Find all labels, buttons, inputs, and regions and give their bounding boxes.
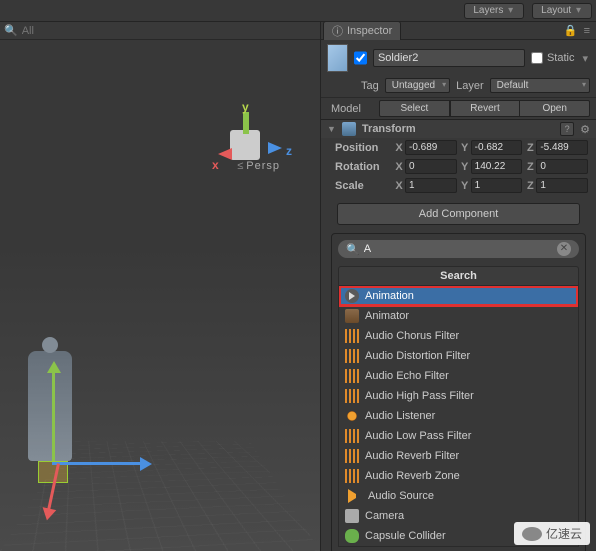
ic-camera-icon [345,509,359,523]
scale-z-field[interactable] [536,178,588,193]
component-item-label: Capsule Collider [365,530,446,542]
ic-audio-orange-icon [345,449,359,463]
static-toggle[interactable]: Static [531,52,575,64]
search-icon: 🔍 [4,24,18,37]
ic-capsule-icon [345,529,359,543]
component-search-input[interactable] [364,243,557,255]
ic-audio-orange-icon [345,349,359,363]
transform-header[interactable]: ▼ Transform ? ⚙ [321,120,596,138]
layer-dropdown[interactable]: Default [490,78,590,93]
model-revert-button[interactable]: Revert [450,100,521,117]
transform-icon [342,122,356,136]
ic-audio-orange-icon [345,369,359,383]
tab-menu-icon[interactable]: ≡ [584,25,590,37]
search-icon: 🔍 [346,243,360,256]
component-item-animation[interactable]: Animation [339,286,578,306]
ic-animator-icon [345,309,359,323]
selection-box [38,461,68,483]
component-item-label: Animator [365,310,409,322]
gear-icon[interactable]: ⚙ [580,123,590,136]
model-label: Model [327,103,379,115]
ic-audio-orange-icon [345,389,359,403]
lock-icon[interactable]: 🔒 [564,24,578,37]
layer-label: Layer [456,80,484,92]
component-item-audio-chorus-filter[interactable]: Audio Chorus Filter [339,326,578,346]
ic-audio-source-icon [348,489,362,503]
object-icon[interactable] [327,44,348,72]
position-label: Position [335,142,393,154]
transform-title: Transform [362,123,554,135]
component-item-label: Audio Listener [365,410,435,422]
projection-label[interactable]: Persp [237,160,280,172]
component-item-audio-echo-filter[interactable]: Audio Echo Filter [339,366,578,386]
axis-z-label: z [286,144,292,158]
layout-dropdown[interactable]: Layout ▾ [532,3,592,19]
add-component-popup: 🔍 ✕ Search Animation Animator Audio Chorus… [331,233,586,551]
component-item-label: Audio High Pass Filter [365,390,474,402]
component-item-audio-distortion-filter[interactable]: Audio Distortion Filter [339,346,578,366]
component-item-label: Audio Source [368,490,434,502]
component-item-label: Audio Chorus Filter [365,330,459,342]
rotation-y-field[interactable] [471,159,523,174]
inspector-tab[interactable]: ⓘ Inspector [323,22,401,40]
axis-y-label: y [242,100,249,114]
hierarchy-search-input[interactable] [22,25,316,37]
object-active-checkbox[interactable] [354,51,367,65]
scale-y-field[interactable] [471,178,523,193]
foldout-icon[interactable]: ▼ [327,124,336,134]
component-item-label: Audio Low Pass Filter [365,430,471,442]
static-dropdown-arrow[interactable]: ▾ [580,52,590,65]
ic-audio-orange-icon [345,469,359,483]
position-x-field[interactable] [405,140,457,155]
component-list[interactable]: Animation Animator Audio Chorus Filter Audi… [338,286,579,547]
tag-dropdown[interactable]: Untagged [385,78,450,93]
component-item-audio-low-pass-filter[interactable]: Audio Low Pass Filter [339,426,578,446]
rotation-label: Rotation [335,161,393,173]
layers-dropdown[interactable]: Layers ▾ [464,3,524,19]
position-z-field[interactable] [536,140,588,155]
help-icon[interactable]: ? [560,122,574,136]
tag-label: Tag [361,80,379,92]
popup-title: Search [338,266,579,286]
orientation-gizmo[interactable]: y x z [200,100,290,190]
add-component-button[interactable]: Add Component [337,203,580,225]
component-item-label: Audio Echo Filter [365,370,449,382]
ic-audio-listener-icon [345,409,359,423]
component-item-label: Audio Distortion Filter [365,350,470,362]
info-icon: ⓘ [332,23,343,39]
ic-audio-orange-icon [345,329,359,343]
component-item-audio-listener[interactable]: Audio Listener [339,406,578,426]
component-item-label: Camera [365,510,404,522]
hierarchy-search[interactable]: 🔍 [0,22,320,40]
component-item-audio-high-pass-filter[interactable]: Audio High Pass Filter [339,386,578,406]
soldier-mesh[interactable] [28,351,72,461]
rotation-z-field[interactable] [536,159,588,174]
component-item-label: Audio Reverb Filter [365,450,459,462]
watermark: 亿速云 [514,522,590,545]
clear-search-icon[interactable]: ✕ [557,242,571,256]
component-item-animator[interactable]: Animator [339,306,578,326]
watermark-logo-icon [522,527,542,541]
ic-anim-icon [345,289,359,303]
component-item-audio-reverb-zone[interactable]: Audio Reverb Zone [339,466,578,486]
model-select-button[interactable]: Select [379,100,450,117]
axis-x-label: x [212,158,219,172]
object-name-field[interactable] [373,49,525,67]
rotation-x-field[interactable] [405,159,457,174]
component-item-audio-reverb-filter[interactable]: Audio Reverb Filter [339,446,578,466]
scene-viewport[interactable]: y x z Persp [0,40,320,551]
scale-x-field[interactable] [405,178,457,193]
position-y-field[interactable] [471,140,523,155]
model-open-button[interactable]: Open [520,100,590,117]
scale-label: Scale [335,180,393,192]
component-item-label: Animation [365,290,414,302]
ic-audio-orange-icon [345,429,359,443]
component-item-audio-source[interactable]: Audio Source [339,486,578,506]
component-item-label: Audio Reverb Zone [365,470,460,482]
